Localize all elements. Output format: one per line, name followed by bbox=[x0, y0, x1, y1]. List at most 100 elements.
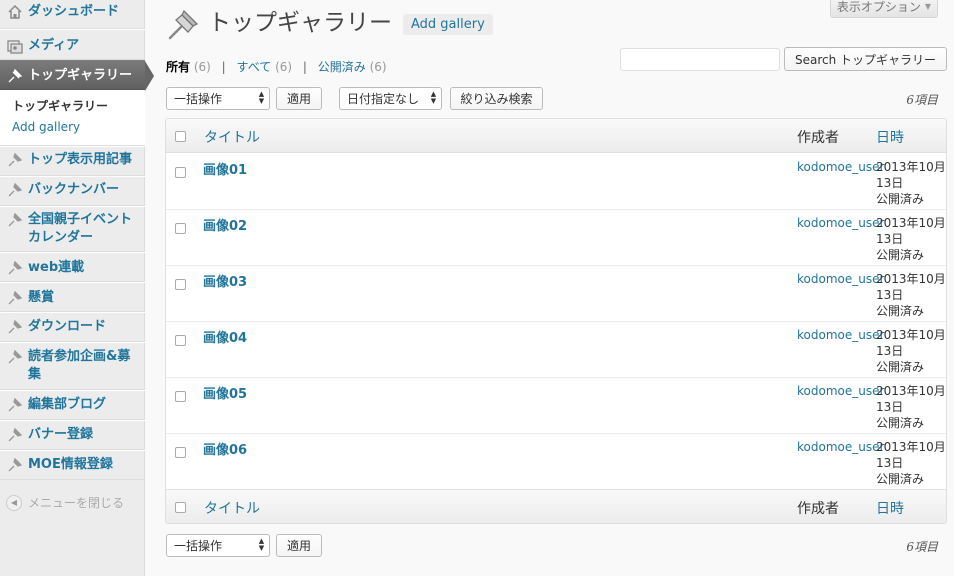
media-icon bbox=[7, 40, 23, 54]
row-title-link[interactable]: 画像06 bbox=[203, 439, 247, 458]
row-title-link[interactable]: 画像01 bbox=[203, 159, 247, 178]
filter-button[interactable]: 絞り込み検索 bbox=[450, 87, 543, 110]
row-date: 2013年10月13日 公開済み bbox=[876, 327, 946, 375]
column-title-sort[interactable]: タイトル bbox=[204, 498, 260, 518]
sidebar-item-label: トップ表示用記事 bbox=[28, 152, 133, 167]
pin-icon bbox=[8, 457, 23, 472]
row-author-link[interactable]: kodomoe_user bbox=[797, 383, 884, 399]
column-author: 作成者 bbox=[797, 130, 839, 146]
apply-button[interactable]: 適用 bbox=[276, 87, 322, 110]
row-date: 2013年10月13日公開済み bbox=[876, 271, 946, 319]
row-date-value: 2013年10月13日 bbox=[876, 216, 946, 246]
table-footer: タイトル 作成者 日時 bbox=[166, 489, 946, 523]
apply-button-bottom[interactable]: 適用 bbox=[276, 534, 322, 557]
table-row: 画像05 kodomoe_user 2013年10月13日公開済み bbox=[166, 378, 946, 434]
filter-separator: | bbox=[221, 60, 226, 74]
sidebar-item-label: バックナンバー bbox=[28, 182, 120, 197]
row-status: 公開済み bbox=[876, 416, 925, 430]
sidebar-item-editorial-blog[interactable]: 編集部ブログ bbox=[0, 390, 145, 420]
sidebar-item-dashboard[interactable]: ダッシュボード bbox=[0, 0, 145, 29]
select-arrows-icon: ▲ ▼ bbox=[430, 90, 437, 105]
sidebar-item-label: メディア bbox=[28, 38, 80, 53]
row-date-value: 2013年10月13日 bbox=[876, 440, 946, 470]
row-date-value: 2013年10月13日 bbox=[876, 384, 946, 414]
table-row: 画像04 kodomoe_user 2013年10月13日 公開済み bbox=[166, 322, 946, 378]
sidebar-item-label: ダウンロード bbox=[28, 319, 107, 334]
row-title-link[interactable]: 画像03 bbox=[203, 271, 247, 290]
pin-icon bbox=[8, 182, 23, 197]
pushpin-icon bbox=[168, 9, 199, 40]
row-title-link[interactable]: 画像05 bbox=[203, 383, 247, 402]
row-title-link[interactable]: 画像02 bbox=[203, 215, 247, 234]
sidebar-item-top-articles[interactable]: トップ表示用記事 bbox=[0, 146, 145, 176]
submenu-item-add-gallery[interactable]: Add gallery bbox=[12, 120, 80, 134]
date-filter-select[interactable]: 日付指定なし ▲ ▼ bbox=[339, 87, 442, 110]
row-checkbox[interactable] bbox=[175, 223, 186, 234]
filter-published-link[interactable]: 公開済み bbox=[318, 60, 366, 74]
date-filter-value: 日付指定なし bbox=[347, 92, 420, 106]
sidebar-item-top-gallery[interactable]: トップギャラリー bbox=[0, 60, 154, 91]
bulk-actions-select[interactable]: 一括操作 ▲ ▼ bbox=[166, 87, 270, 110]
select-all-checkbox[interactable] bbox=[175, 502, 186, 513]
submenu-item-top-gallery[interactable]: トップギャラリー bbox=[12, 97, 108, 114]
item-count-bottom: 6項目 bbox=[906, 540, 938, 554]
column-date-sort[interactable]: 日時 bbox=[876, 127, 904, 147]
row-checkbox[interactable] bbox=[175, 335, 186, 346]
row-date: 2013年10月13日公開済み bbox=[876, 383, 946, 431]
row-status: 公開済み bbox=[876, 304, 925, 318]
filter-all-label[interactable]: 所有 bbox=[166, 60, 190, 74]
table-row: 画像06 kodomoe_user 2013年10月13日公開済み bbox=[166, 434, 946, 490]
sidebar-item-back-number[interactable]: バックナンバー bbox=[0, 176, 145, 206]
row-author-link[interactable]: kodomoe_user bbox=[797, 271, 884, 287]
row-checkbox[interactable] bbox=[175, 279, 186, 290]
row-date: 2013年10月13日 公開済み bbox=[876, 159, 946, 207]
row-author-link[interactable]: kodomoe_user bbox=[797, 327, 884, 343]
row-title-link[interactable]: 画像04 bbox=[203, 327, 247, 346]
bulk-actions-select-bottom[interactable]: 一括操作 ▲ ▼ bbox=[166, 534, 270, 557]
table-row: 画像03 kodomoe_user 2013年10月13日公開済み bbox=[166, 266, 946, 322]
sidebar-item-media[interactable]: メディア bbox=[0, 29, 145, 60]
filter-all-count: (6) bbox=[193, 60, 211, 74]
sidebar-item-moe-info[interactable]: MOE情報登録 bbox=[0, 450, 145, 480]
row-status: 公開済み bbox=[876, 472, 925, 486]
pin-icon bbox=[8, 319, 23, 334]
row-status: 公開済み bbox=[876, 248, 925, 262]
sidebar-item-banner[interactable]: バナー登録 bbox=[0, 420, 145, 450]
row-checkbox[interactable] bbox=[175, 447, 186, 458]
row-date-value: 2013年10月13日 bbox=[876, 160, 946, 190]
filter-separator: | bbox=[302, 60, 307, 74]
sidebar-item-prizes[interactable]: 懸賞 bbox=[0, 282, 145, 312]
search-input[interactable] bbox=[620, 48, 780, 71]
row-date-value: 2013年10月13日 bbox=[876, 272, 946, 302]
table-row: 画像02 kodomoe_user 2013年10月13日公開済み bbox=[166, 210, 946, 266]
search-button[interactable]: Search トップギャラリー bbox=[784, 47, 947, 71]
table-header: タイトル 作成者 日時 bbox=[166, 119, 946, 153]
bulk-actions-value: 一括操作 bbox=[174, 92, 223, 106]
row-checkbox[interactable] bbox=[175, 391, 186, 402]
sidebar-item-event-calendar[interactable]: 全国親子イベントカレンダー bbox=[0, 206, 145, 252]
row-author-link[interactable]: kodomoe_user bbox=[797, 439, 884, 455]
row-author-link[interactable]: kodomoe_user bbox=[797, 159, 884, 175]
row-author-link[interactable]: kodomoe_user bbox=[797, 215, 884, 231]
screen-options-button[interactable]: 表示オプション ▼ bbox=[830, 0, 938, 18]
sidebar-item-label: 読者参加企画&募集 bbox=[28, 349, 131, 382]
filter-everything-link[interactable]: すべて bbox=[237, 60, 272, 74]
pin-icon bbox=[8, 349, 23, 364]
table-row: 画像01 kodomoe_user 2013年10月13日 公開済み bbox=[166, 154, 946, 210]
row-checkbox[interactable] bbox=[175, 167, 186, 178]
column-author: 作成者 bbox=[797, 501, 839, 517]
column-title-sort[interactable]: タイトル bbox=[204, 127, 260, 147]
collapse-menu-button[interactable]: ◀ メニューを閉じる bbox=[6, 494, 124, 511]
add-gallery-button[interactable]: Add gallery bbox=[403, 14, 493, 35]
select-all-checkbox[interactable] bbox=[175, 131, 186, 142]
pin-icon bbox=[8, 290, 23, 305]
sidebar-item-reader-projects[interactable]: 読者参加企画&募集 bbox=[0, 342, 145, 390]
admin-sidebar: ダッシュボード メディア トップギャラリー トップギャラリー Add galle… bbox=[0, 0, 154, 576]
status-filter-links: 所有 (6) | すべて (6) | 公開済み (6) bbox=[166, 58, 387, 75]
sidebar-item-label: ダッシュボード bbox=[28, 4, 120, 19]
column-date-sort[interactable]: 日時 bbox=[876, 498, 904, 518]
collapse-arrow-icon: ◀ bbox=[6, 494, 22, 511]
sidebar-item-web-serial[interactable]: web連載 bbox=[0, 252, 145, 282]
sidebar-item-download[interactable]: ダウンロード bbox=[0, 312, 145, 342]
screen-options-label: 表示オプション bbox=[836, 0, 921, 14]
